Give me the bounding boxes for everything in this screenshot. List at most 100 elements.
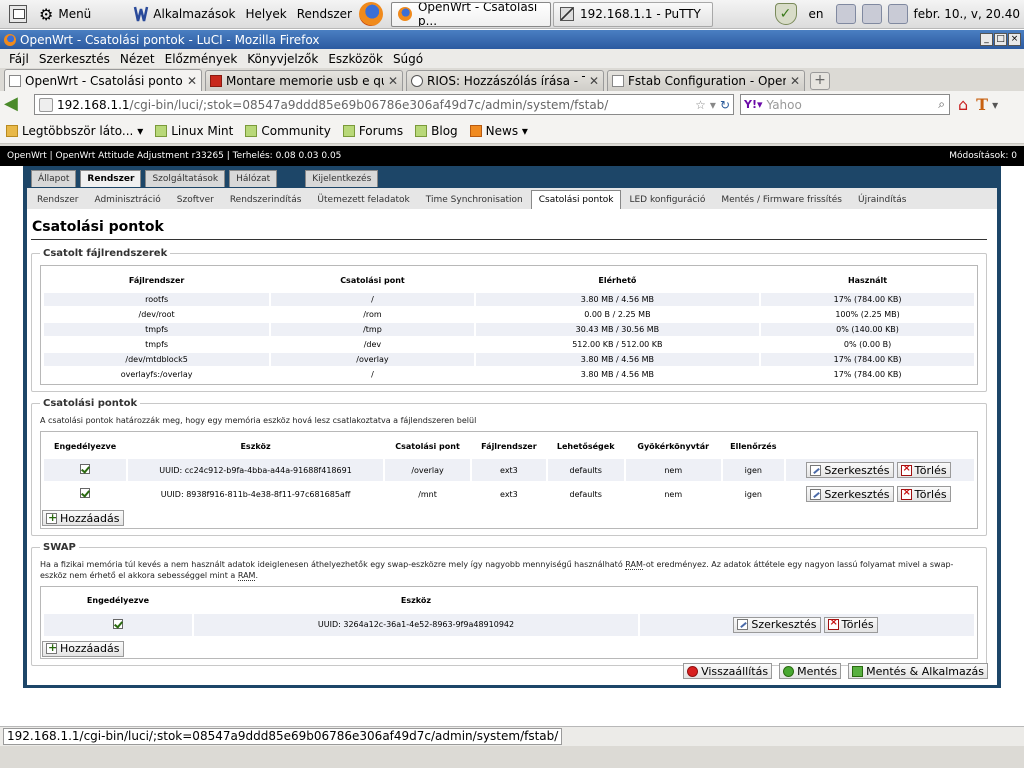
swap-section: SWAP Ha a fizikai memória túl kevés a ne…	[31, 541, 987, 666]
enabled-checkbox[interactable]	[113, 618, 123, 629]
maximize-button[interactable]: □	[994, 33, 1007, 46]
subtab-mount-points[interactable]: Csatolási pontok	[530, 190, 622, 209]
places-menu[interactable]: Helyek	[241, 0, 292, 29]
menu-history[interactable]: Előzmények	[160, 52, 243, 66]
bookmark-community[interactable]: Community	[245, 124, 331, 138]
tab-close-icon[interactable]: ✕	[187, 74, 197, 88]
subtab-backup-flash[interactable]: Mentés / Firmware frissítés	[713, 190, 850, 209]
update-shield-icon[interactable]: ✓	[774, 3, 797, 25]
tab-close-icon[interactable]: ✕	[790, 74, 800, 88]
enabled-checkbox[interactable]	[80, 488, 91, 498]
tab-close-icon[interactable]: ✕	[589, 74, 599, 88]
system-tray: ✓ en febr. 10., v, 20.40	[774, 3, 1024, 25]
menu-file[interactable]: Fájl	[4, 52, 34, 66]
translate-addon-icon[interactable]: T	[976, 95, 988, 114]
subtab-administration[interactable]: Adminisztráció	[86, 190, 168, 209]
subtab-scheduled-tasks[interactable]: Ütemezett feladatok	[309, 190, 417, 209]
browser-tab-rios[interactable]: RIOS: Hozzászólás írása - Té... ✕	[406, 70, 604, 91]
home-icon[interactable]: ⌂	[958, 95, 968, 114]
yahoo-engine-icon[interactable]: Y!▾	[744, 98, 763, 111]
chevron-down-icon[interactable]: ▾	[992, 98, 998, 112]
subtab-software[interactable]: Szoftver	[169, 190, 222, 209]
tab-system[interactable]: Rendszer	[80, 170, 142, 187]
reset-button[interactable]: Visszaállítás	[683, 663, 773, 679]
volume-icon[interactable]	[835, 4, 856, 24]
reload-icon[interactable]: ↻	[720, 98, 730, 112]
subtab-reboot[interactable]: Újraindítás	[850, 190, 914, 209]
browser-tab-montare[interactable]: Montare memorie usb e qual... ✕	[205, 70, 403, 91]
menu-help[interactable]: Súgó	[388, 52, 428, 66]
browser-tab-fstab[interactable]: Fstab Configuration - OpenW... ✕	[607, 70, 805, 91]
subtab-time-sync[interactable]: Time Synchronisation	[418, 190, 531, 209]
menu-view[interactable]: Nézet	[115, 52, 160, 66]
bookmark-star-icon[interactable]: ☆	[695, 98, 706, 112]
window-titlebar[interactable]: OpenWrt - Csatolási pontok - LuCI - Mozi…	[0, 30, 1024, 49]
button-label: Mentés	[797, 664, 838, 678]
menu-edit[interactable]: Szerkesztés	[34, 52, 115, 66]
new-tab-button[interactable]: +	[810, 72, 830, 90]
search-icon[interactable]: ⌕	[938, 97, 949, 112]
task-firefox[interactable]: OpenWrt - Csatolási p...	[390, 1, 551, 27]
tab-label: Fstab Configuration - OpenW...	[628, 74, 786, 88]
task-putty[interactable]: 192.168.1.1 - PuTTY	[552, 1, 713, 27]
applications-label: Alkalmazások	[153, 7, 236, 21]
tab-status[interactable]: Állapot	[31, 170, 77, 187]
bookmark-news[interactable]: News ▾	[469, 124, 528, 138]
network-icon[interactable]	[861, 4, 882, 24]
delete-button[interactable]: Törlés	[823, 616, 878, 633]
check-cell: igen	[722, 483, 784, 505]
save-apply-button[interactable]: Mentés & Alkalmazás	[848, 663, 988, 679]
menu-bookmarks[interactable]: Könyvjelzők	[242, 52, 323, 66]
storage-icon[interactable]	[887, 4, 908, 24]
show-desktop-button[interactable]	[0, 0, 34, 29]
site-icon	[210, 75, 222, 87]
luci-header-info: OpenWrt | OpenWrt Attitude Adjustment r3…	[7, 151, 342, 161]
browser-tab-openwrt[interactable]: OpenWrt - Csatolási pontok - ... ✕	[4, 69, 202, 91]
add-swap-button[interactable]: Hozzáadás	[42, 640, 124, 657]
root-cell: nem	[625, 483, 721, 505]
button-label: Hozzáadás	[60, 511, 120, 525]
delete-button[interactable]: Törlés	[896, 462, 951, 478]
edit-button[interactable]: Szerkesztés	[806, 462, 894, 478]
search-bar[interactable]: Y!▾ Yahoo ⌕	[740, 94, 950, 115]
firefox-launcher-icon[interactable]	[358, 2, 383, 26]
menu-tools[interactable]: Eszközök	[323, 52, 388, 66]
bookmark-most-visited[interactable]: Legtöbbször láto... ▾	[6, 124, 143, 138]
delete-button[interactable]: Törlés	[896, 486, 951, 502]
back-arrow-icon[interactable]: ◀	[4, 94, 26, 115]
bookmark-blog[interactable]: Blog	[415, 124, 458, 138]
column-header: Elérhető	[598, 275, 637, 285]
history-dropdown-icon[interactable]: ▾	[710, 98, 716, 112]
enabled-checkbox[interactable]	[80, 464, 91, 474]
section-legend: Csatolási pontok	[43, 398, 138, 409]
subtab-led-config[interactable]: LED konfiguráció	[621, 190, 713, 209]
tab-network[interactable]: Hálózat	[229, 170, 278, 187]
site-identity-icon[interactable]	[39, 97, 53, 112]
subtab-system[interactable]: Rendszer	[29, 190, 86, 209]
edit-button[interactable]: Szerkesztés	[806, 486, 894, 502]
subtab-startup[interactable]: Rendszerindítás	[222, 190, 310, 209]
keyboard-layout[interactable]: en	[809, 7, 824, 21]
save-button[interactable]: Mentés	[779, 663, 842, 679]
close-window-button[interactable]: ×	[1008, 33, 1021, 46]
tab-close-icon[interactable]: ✕	[388, 74, 398, 88]
options-cell: defaults	[547, 483, 624, 505]
clock[interactable]: febr. 10., v, 20.40	[914, 7, 1020, 21]
url-bar[interactable]: 192.168.1.1/cgi-bin/luci/;stok=08547a9dd…	[34, 94, 734, 115]
menu-button[interactable]: ⚙ Menü	[34, 0, 96, 29]
page-content: OpenWrt | OpenWrt Attitude Adjustment r3…	[0, 146, 1024, 726]
changes-counter[interactable]: Módosítások: 0	[949, 151, 1017, 161]
minimize-button[interactable]: _	[980, 33, 993, 46]
tab-logout[interactable]: Kijelentkezés	[305, 170, 379, 187]
mint-logo-icon	[134, 6, 149, 22]
desktop-icon	[9, 5, 27, 23]
applications-menu[interactable]: Alkalmazások	[128, 0, 240, 29]
add-mount-button[interactable]: Hozzáadás	[42, 510, 124, 526]
tab-label: RIOS: Hozzászólás írása - Té...	[427, 74, 585, 88]
tab-services[interactable]: Szolgáltatások	[145, 170, 226, 187]
system-menu[interactable]: Rendszer	[292, 0, 357, 29]
bookmark-forums[interactable]: Forums	[342, 124, 403, 138]
edit-button[interactable]: Szerkesztés	[733, 616, 821, 633]
window-title: OpenWrt - Csatolási pontok - LuCI - Mozi…	[20, 32, 320, 47]
bookmark-linux-mint[interactable]: Linux Mint	[155, 124, 233, 138]
